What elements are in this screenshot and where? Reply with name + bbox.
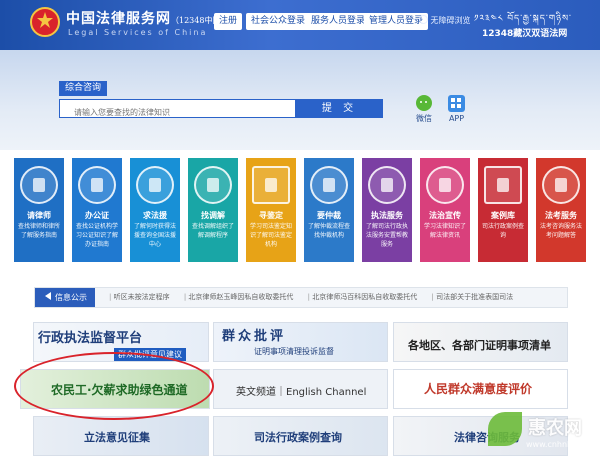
leaf-logo-icon [488, 412, 522, 446]
notice-bar: 信息公示 听区未按法定程序 北京律师赵玉峰因私自收取委托代 北京律师冯百科因私自… [34, 287, 568, 308]
notice-item[interactable]: 听区未按法定程序 [109, 293, 170, 301]
appraisal-seal-icon [252, 166, 290, 204]
search-submit-button[interactable]: 提 交 [296, 99, 383, 118]
national-emblem-icon [30, 7, 60, 37]
wechat-link[interactable]: 微信 [416, 95, 432, 124]
notice-label: 信息公示 [35, 288, 95, 307]
service-tiles: 请律师 查找律师和律所了解服务指南 办公证 查找公证机构学习公证知识了解办证指南 求… [14, 158, 586, 264]
scales-icon [542, 166, 580, 204]
english-channel-banner[interactable]: 英文频道｜English Channel [213, 369, 388, 409]
satisfaction-survey-banner[interactable]: 人民群众满意度评价 [393, 369, 568, 409]
case-book-icon [484, 166, 522, 204]
handshake-icon [194, 166, 232, 204]
public-login-button[interactable]: 社会公众登录 [246, 13, 311, 30]
case-query-banner[interactable]: 司法行政案例查询 [213, 416, 388, 456]
watermark: 惠农网 www.cnhnb.com [488, 408, 600, 454]
notice-ticker: 听区未按法定程序 北京律师赵玉峰因私自收取委托代 北京律师冯百科因私自收取委托代… [109, 288, 525, 307]
notice-item[interactable]: 北京律师冯百科因私自收取委托代 [308, 293, 418, 301]
search-box [59, 99, 296, 121]
accessibility-icon [419, 15, 428, 24]
public-criticism-banner[interactable]: 群众批评 证明事项清理投诉监督 [213, 322, 388, 362]
enforcement-badge-icon [368, 166, 406, 204]
wechat-icon [416, 95, 432, 111]
notice-item[interactable]: 北京律师赵玉峰因私自收取委托代 [184, 293, 294, 301]
site-header: 中国法律服务网（12348中国法网） Legal Services of Chi… [0, 0, 600, 50]
service-tile[interactable]: 法考服务 法考咨询服务法考问题解答 [536, 158, 586, 262]
lawyer-icon [20, 166, 58, 204]
service-tile[interactable]: 请律师 查找律师和律所了解服务指南 [14, 158, 64, 262]
app-icon [448, 95, 465, 112]
register-button[interactable]: 注册 [214, 13, 243, 30]
service-tile[interactable]: 寻鉴定 学习司法鉴定知识了解司法鉴定机构 [246, 158, 296, 262]
bilingual-site-link[interactable]: 12348藏汉双语法网 [482, 26, 567, 39]
publicity-icon [426, 166, 464, 204]
search-area: 综合咨询 提 交 微信 APP [0, 50, 600, 150]
service-tile[interactable]: 办公证 查找公证机构学习公证知识了解办证指南 [72, 158, 122, 262]
service-tile[interactable]: 要仲裁 了解仲裁流程查找仲裁机构 [304, 158, 354, 262]
notary-icon [78, 166, 116, 204]
app-download-link[interactable]: APP [448, 95, 465, 123]
search-input[interactable] [60, 104, 295, 121]
speaker-icon [45, 292, 51, 300]
service-tile[interactable]: 求法援 了解何时获得法援查询全国法援中心 [130, 158, 180, 262]
legislation-opinion-banner[interactable]: 立法意见征集 [33, 416, 209, 456]
service-tile[interactable]: 找调解 查找调解组织了解调解程序 [188, 158, 238, 262]
site-logo-subtitle: Legal Services of China [68, 28, 208, 37]
staff-login-button[interactable]: 服务人员登录 [306, 13, 371, 30]
service-tile[interactable]: 法治宣传 学习法律知识了解法律资讯 [420, 158, 470, 262]
legal-aid-icon [136, 166, 174, 204]
certificate-list-banner[interactable]: 各地区、各部门证明事项清单 [393, 322, 568, 362]
highlight-circle [14, 352, 214, 420]
notice-item[interactable]: 司法部关于批准表国司法 [431, 293, 513, 301]
barrier-free-link[interactable]: 无障碍浏览 [419, 15, 471, 26]
service-tile[interactable]: 案例库 司法行政案例查询 [478, 158, 528, 262]
service-tile[interactable]: 执法服务 了解司法行政执法服务安置帮教服务 [362, 158, 412, 262]
tab-consultation[interactable]: 综合咨询 [59, 81, 108, 96]
arbitration-icon [310, 166, 348, 204]
